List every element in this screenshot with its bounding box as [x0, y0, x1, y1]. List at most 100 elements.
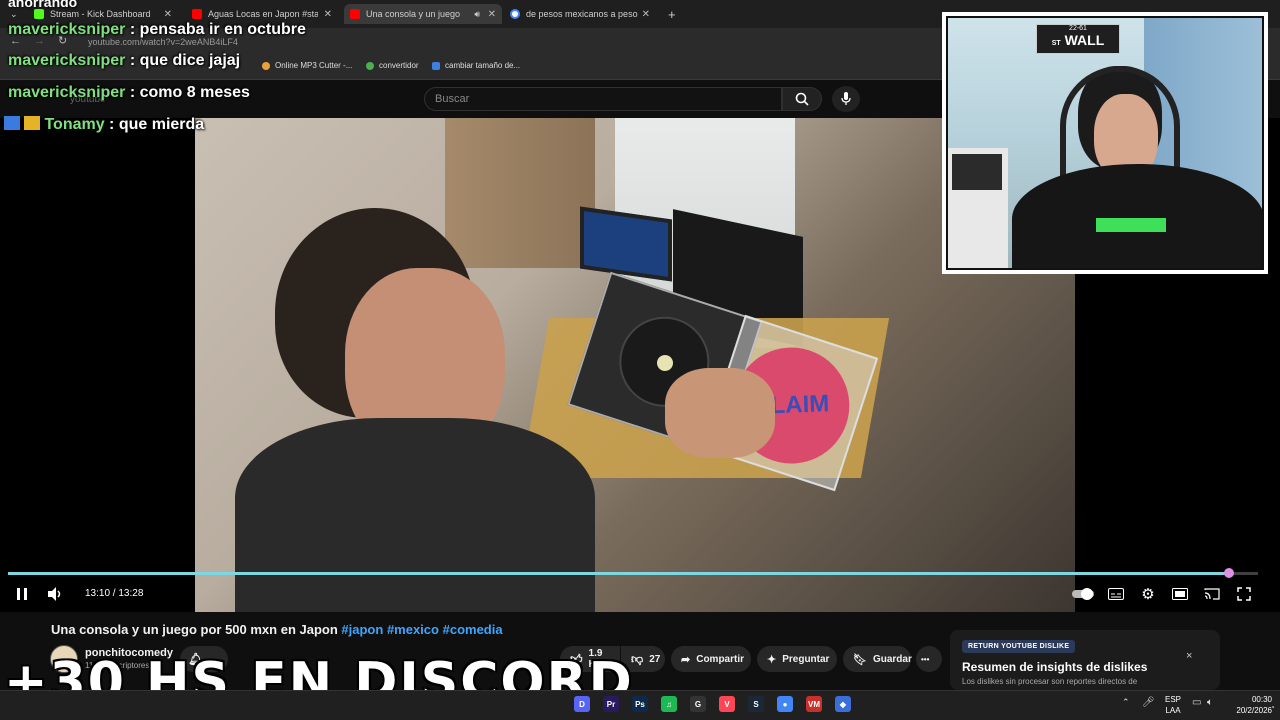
close-tab-icon[interactable]: ✕	[642, 9, 650, 20]
chat-separator: :	[104, 116, 119, 133]
pause-button[interactable]	[12, 585, 32, 603]
crown-badge-icon	[24, 116, 41, 130]
toggle-icon	[1072, 588, 1094, 600]
bookmark-icon: 🔖︎	[853, 653, 867, 666]
notification-icon[interactable]: ◔	[1270, 703, 1275, 712]
video-title-text: Una consola y un juego por 500 mxn en Ja…	[51, 622, 338, 637]
bookmark-mp3-cutter[interactable]: Online MP3 Cutter -...	[262, 61, 352, 70]
bookmark-label: convertidor	[379, 61, 419, 70]
steam-icon[interactable]: S	[748, 696, 764, 712]
premiere-icon[interactable]: Pr	[603, 696, 619, 712]
bookmark-favicon-icon	[366, 61, 374, 70]
subtitles-button[interactable]	[1106, 585, 1126, 603]
autoplay-toggle[interactable]	[1072, 585, 1094, 603]
microphone-tray-icon[interactable]: 🎤︎	[1142, 697, 1155, 708]
chrome-icon[interactable]: ●	[777, 696, 793, 712]
bookmark-label: cambiar tamaño de...	[445, 61, 521, 70]
shirt-logo	[1096, 218, 1166, 232]
app-diamond-icon[interactable]: ◆	[835, 696, 851, 712]
chat-message: mavericksniper : como 8 meses	[8, 84, 250, 102]
chat-partial-message: ahorrando	[8, 0, 78, 10]
sign-main-text: WALL	[1064, 32, 1105, 48]
fullscreen-button[interactable]	[1234, 585, 1254, 603]
wall-street-sign: 22-61 ST WALL	[1036, 24, 1120, 54]
bookmark-cambiar-tamano[interactable]: cambiar tamaño de...	[432, 61, 520, 70]
more-actions-button[interactable]: •••	[916, 646, 942, 672]
ask-button[interactable]: ✦ Preguntar	[757, 646, 837, 672]
chat-separator: :	[125, 84, 140, 101]
save-button[interactable]: 🔖︎ Guardar	[843, 646, 912, 672]
duration: 13:28	[118, 588, 144, 599]
share-button[interactable]: ➦ Compartir	[671, 646, 751, 672]
volume-button[interactable]	[46, 585, 66, 603]
app-g-icon[interactable]: G	[690, 696, 706, 712]
close-tab-icon[interactable]: ✕	[488, 9, 496, 20]
chat-text: como 8 meses	[139, 84, 250, 101]
headphones	[1060, 66, 1180, 176]
new-tab-plus-icon[interactable]: +	[662, 4, 678, 24]
dislike-count: 27	[649, 653, 661, 665]
tab-conversion[interactable]: de pesos mexicanos a pesos ar ✕	[504, 4, 656, 24]
video-title: Una consola y un juego por 500 mxn en Ja…	[51, 622, 503, 637]
youtube-icon	[350, 9, 360, 19]
chat-text: pensaba ir en octubre	[139, 21, 306, 38]
person-hand	[665, 368, 775, 458]
share-label: Compartir	[696, 653, 745, 665]
wooden-door	[445, 118, 595, 268]
chat-username: mavericksniper	[8, 21, 126, 38]
search-input[interactable]: Buscar	[424, 87, 782, 111]
chat-text: que mierda	[118, 116, 205, 133]
return-youtube-dislike-panel: RETURN YOUTUBE DISLIKE Resumen de insigh…	[950, 630, 1220, 690]
clock-time: 00:30	[1251, 695, 1272, 704]
voicemod-icon[interactable]: VM	[806, 696, 822, 712]
laptop-screen	[580, 206, 672, 282]
settings-gear-icon[interactable]: ⚙	[1138, 585, 1158, 603]
fullscreen-icon	[1237, 587, 1251, 601]
youtube-icon	[192, 9, 202, 19]
system-clock[interactable]: 00:30 20/2/2026	[1226, 694, 1272, 716]
time-display: 13:10 / 13:28	[85, 588, 143, 599]
pause-icon	[17, 588, 27, 600]
spotify-icon[interactable]: ♫	[661, 696, 677, 712]
cast-icon	[1204, 588, 1220, 600]
bookmark-convertidor[interactable]: convertidor	[366, 61, 419, 70]
close-icon[interactable]: ×	[1186, 650, 1192, 662]
valorant-icon[interactable]: V	[719, 696, 735, 712]
person-shirt	[235, 418, 595, 612]
sign-small-text: ST	[1051, 40, 1061, 47]
hashtag-link[interactable]: #mexico	[387, 622, 439, 637]
bookmark-favicon-icon	[262, 61, 270, 70]
dislike-panel-title: Resumen de insights de dislikes	[962, 660, 1148, 674]
close-tab-icon[interactable]: ✕	[164, 9, 172, 20]
kick-icon	[34, 9, 44, 19]
chevron-up-icon[interactable]: ⌃	[1122, 697, 1130, 708]
photoshop-icon[interactable]: Ps	[632, 696, 648, 712]
discord-icon[interactable]: D	[574, 696, 590, 712]
volume-tray-icon[interactable]: 🔈︎	[1207, 697, 1213, 708]
voice-search-button[interactable]	[832, 86, 860, 112]
sign-top-text: 22-61	[1069, 25, 1087, 32]
bookmark-favicon-icon	[432, 61, 440, 70]
dislike-panel-subtitle: Los dislikes sin procesar son reportes d…	[962, 677, 1138, 686]
ask-label: Preguntar	[782, 653, 830, 665]
chat-separator: :	[125, 52, 140, 69]
tab-label: de pesos mexicanos a pesos ar	[526, 9, 638, 19]
network-icon[interactable]: ▭	[1192, 697, 1201, 708]
hashtag-link[interactable]: #comedia	[443, 622, 503, 637]
chat-username: mavericksniper	[8, 84, 126, 101]
hashtag-link[interactable]: #japon	[341, 622, 383, 637]
cast-button[interactable]	[1202, 585, 1222, 603]
share-arrow-icon: ➦	[681, 653, 691, 666]
chat-message: Tonamy : que mierda	[4, 116, 204, 134]
webcam-overlay: 22-61 ST WALL	[942, 12, 1268, 274]
chat-text: que dice jajaj	[139, 52, 241, 69]
speaker-icon[interactable]: 🔊︎	[474, 9, 480, 20]
progress-bar[interactable]	[8, 568, 1258, 578]
theater-mode-button[interactable]	[1170, 585, 1190, 603]
tab-una-consola[interactable]: Una consola y un juego po 🔊︎ ✕	[344, 4, 502, 24]
search-button[interactable]	[782, 87, 822, 111]
close-tab-icon[interactable]: ✕	[324, 9, 332, 20]
language-indicator[interactable]: ESP LAA	[1162, 694, 1184, 716]
bookmark-label: Online MP3 Cutter -...	[275, 61, 353, 70]
microphone-icon	[841, 92, 851, 105]
